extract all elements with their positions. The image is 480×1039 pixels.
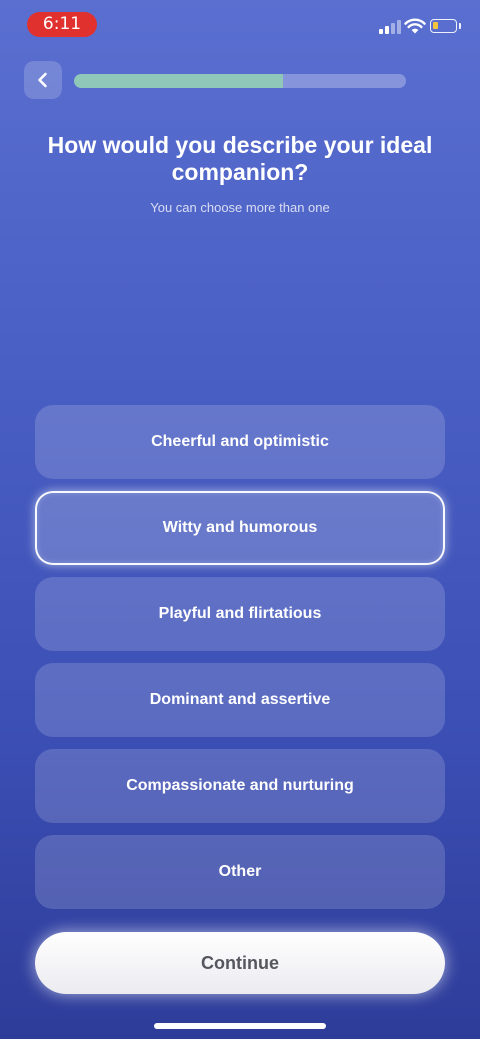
option-label: Playful and flirtatious xyxy=(158,605,322,622)
question-title: How would you describe your ideal compan… xyxy=(47,132,433,185)
option-label: Cheerful and optimistic xyxy=(151,433,329,450)
home-indicator[interactable] xyxy=(154,1023,326,1029)
option-label: Other xyxy=(218,863,262,880)
battery-tip xyxy=(459,23,461,29)
option-label: Witty and humorous xyxy=(162,519,318,536)
option-dominant[interactable]: Dominant and assertive xyxy=(35,663,445,737)
question-subtitle: You can choose more than one xyxy=(150,200,330,215)
battery-level xyxy=(433,22,438,29)
option-witty[interactable]: Witty and humorous xyxy=(35,491,445,565)
chevron-left-icon xyxy=(38,72,47,88)
options-list: Cheerful and optimistic Witty and humoro… xyxy=(35,405,445,921)
option-playful[interactable]: Playful and flirtatious xyxy=(35,577,445,651)
battery-icon xyxy=(430,19,457,33)
status-bar: 6:11 xyxy=(0,0,480,50)
progress-bar xyxy=(74,74,406,88)
status-time: 6:11 xyxy=(27,12,97,37)
wifi-icon xyxy=(404,18,426,34)
option-label: Compassionate and nurturing xyxy=(126,777,354,794)
back-button[interactable] xyxy=(24,61,62,99)
option-compassionate[interactable]: Compassionate and nurturing xyxy=(35,749,445,823)
continue-button[interactable]: Continue xyxy=(35,932,445,994)
cellular-signal-icon xyxy=(379,20,401,34)
option-other[interactable]: Other xyxy=(35,835,445,909)
option-label: Dominant and assertive xyxy=(149,691,331,708)
option-cheerful[interactable]: Cheerful and optimistic xyxy=(35,405,445,479)
progress-bar-fill xyxy=(74,74,284,88)
